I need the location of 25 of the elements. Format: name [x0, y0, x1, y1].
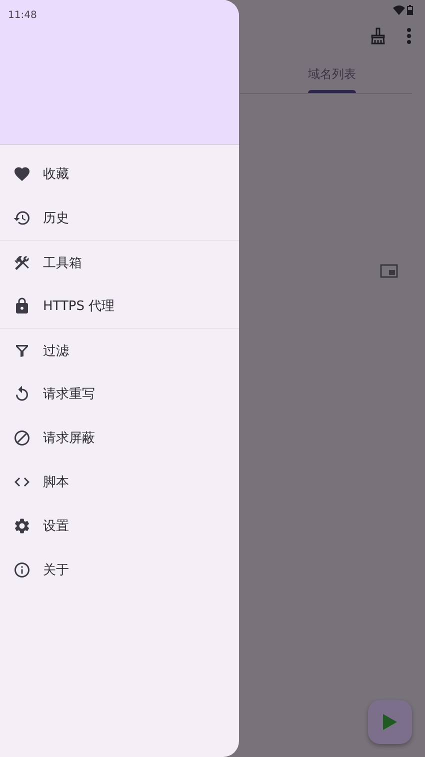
tools-icon [13, 254, 31, 272]
drawer-item[interactable]: 关于 [0, 548, 239, 592]
play-icon [383, 714, 397, 730]
drawer-item[interactable]: 过滤 [0, 329, 239, 372]
drawer-item[interactable]: 收藏 [0, 152, 239, 196]
rotate-arrow-icon [13, 385, 31, 403]
drawer-item[interactable]: 工具箱 [0, 241, 239, 284]
drawer-item[interactable]: HTTPS 代理 [0, 284, 239, 328]
drawer-item[interactable]: 设置 [0, 504, 239, 548]
drawer-item[interactable]: 请求重写 [0, 372, 239, 416]
heart-icon [13, 165, 31, 183]
status-time: 11:48 [8, 10, 37, 21]
wifi-icon [393, 5, 405, 15]
info-icon [13, 561, 31, 579]
battery-icon [407, 5, 413, 15]
lock-icon [13, 297, 31, 315]
block-icon [13, 429, 31, 447]
broom-icon[interactable] [369, 27, 387, 45]
settings-icon [13, 517, 31, 535]
history-icon [13, 209, 31, 227]
more-menu-icon[interactable] [407, 28, 411, 44]
picture-in-picture-icon[interactable] [380, 264, 398, 278]
drawer-item[interactable]: 脚本 [0, 460, 239, 504]
drawer-item[interactable]: 历史 [0, 196, 239, 240]
drawer-item[interactable]: 请求屏蔽 [0, 416, 239, 460]
